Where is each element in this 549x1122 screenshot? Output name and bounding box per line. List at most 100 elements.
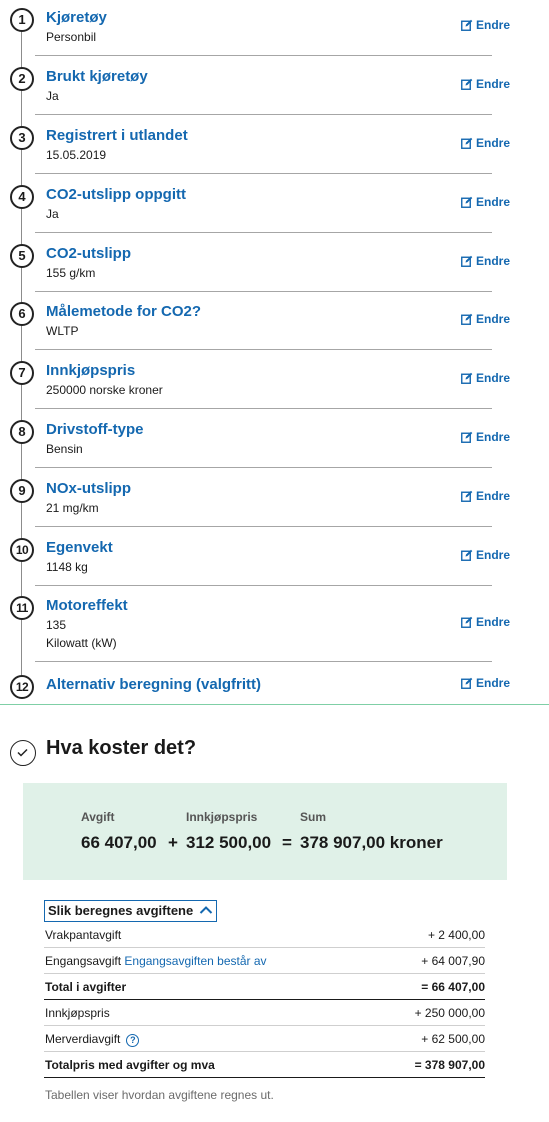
step-value: Ja (46, 207, 59, 221)
edit-pencil-icon (461, 137, 473, 149)
calculation-toggle-button[interactable]: Slik beregnes avgiftene (44, 900, 218, 922)
edit-label: Endre (476, 77, 511, 91)
edit-label: Endre (476, 195, 511, 209)
table-row: Vrakpantavgift + 2 400,00 (44, 922, 485, 948)
fee-label: Avgift (81, 810, 115, 824)
price-label: Innkjøpspris (186, 810, 258, 824)
step-value: 155 g/km (46, 266, 96, 280)
step-title[interactable]: Egenvekt (46, 539, 113, 556)
step-value: 15.05.2019 (46, 148, 107, 162)
equals-sign: = (282, 833, 292, 852)
edit-step-7-button[interactable]: Endre (461, 371, 510, 385)
step-value: Kilowatt (kW) (46, 636, 117, 650)
price-summary-box: Avgift Innkjøpspris Sum 66 407,00 + 312 … (23, 783, 507, 880)
row-value: + 62 500,00 (421, 1032, 485, 1046)
sum-value: 378 907,00 kroner (300, 833, 443, 852)
edit-step-4-button[interactable]: Endre (461, 195, 510, 209)
step-title[interactable]: Innkjøpspris (46, 362, 135, 379)
step-title[interactable]: Brukt kjøretøy (46, 68, 148, 85)
step-title[interactable]: CO2-utslipp oppgitt (46, 186, 186, 203)
edit-label: Endre (476, 312, 511, 326)
step-divider (35, 526, 492, 527)
step-number-6: 6 (10, 302, 34, 326)
row-label: Innkjøpspris (45, 1006, 110, 1020)
step-title[interactable]: Registrert i utlandet (46, 127, 188, 144)
edit-step-2-button[interactable]: Endre (461, 77, 510, 91)
engangsavgift-details-link[interactable]: Engangsavgiften består av (124, 954, 266, 968)
row-value: = 66 407,00 (421, 980, 485, 994)
step-divider (35, 408, 492, 409)
step-title[interactable]: Alternativ beregning (valgfritt) (46, 676, 261, 693)
edit-step-9-button[interactable]: Endre (461, 489, 510, 503)
step-number-5: 5 (10, 244, 34, 268)
edit-pencil-icon (461, 616, 473, 628)
edit-label: Endre (476, 615, 511, 629)
table-row: Total i avgifter = 66 407,00 (44, 974, 485, 1000)
edit-step-12-button[interactable]: Endre (461, 676, 510, 690)
row-value: + 2 400,00 (427, 928, 485, 942)
step-divider (35, 55, 492, 56)
step-connector-line (21, 20, 22, 684)
step-divider (35, 291, 492, 292)
edit-label: Endre (476, 18, 511, 32)
check-circle-icon (10, 740, 36, 766)
step-number-11: 11 (10, 596, 34, 620)
step-title[interactable]: Målemetode for CO2? (46, 303, 201, 320)
edit-step-6-button[interactable]: Endre (461, 312, 510, 326)
edit-label: Endre (476, 676, 511, 690)
edit-step-10-button[interactable]: Endre (461, 548, 510, 562)
table-row: Innkjøpspris + 250 000,00 (44, 1000, 485, 1026)
chevron-up-icon (199, 901, 213, 921)
edit-step-3-button[interactable]: Endre (461, 136, 510, 150)
calculation-toggle-label: Slik beregnes avgiftene (48, 903, 194, 918)
edit-label: Endre (476, 489, 511, 503)
step-value: Personbil (46, 30, 97, 44)
step-number-10: 10 (10, 538, 34, 562)
fee-value: 66 407,00 (81, 833, 157, 852)
row-value: = 378 907,00 (414, 1058, 485, 1072)
edit-label: Endre (476, 371, 511, 385)
row-value: + 250 000,00 (414, 1006, 485, 1020)
edit-step-8-button[interactable]: Endre (461, 430, 510, 444)
edit-step-5-button[interactable]: Endre (461, 254, 510, 268)
step-title[interactable]: NOx-utslipp (46, 480, 131, 497)
help-circle-icon[interactable]: ? (126, 1034, 140, 1047)
step-value: 1148 kg (46, 560, 88, 574)
table-row: Totalpris med avgifter og mva = 378 907,0… (44, 1052, 485, 1078)
step-number-8: 8 (10, 420, 34, 444)
row-label: Engangsavgift (45, 954, 122, 968)
step-title[interactable]: Drivstoff-type (46, 421, 144, 438)
step-divider (35, 349, 492, 350)
step-number-9: 9 (10, 479, 34, 503)
edit-pencil-icon (461, 313, 473, 325)
step-divider (35, 467, 492, 468)
step-divider (35, 585, 492, 586)
edit-pencil-icon (461, 255, 473, 267)
step-number-4: 4 (10, 185, 34, 209)
edit-label: Endre (476, 136, 511, 150)
step-value: Bensin (46, 442, 83, 456)
step-title[interactable]: Motoreffekt (46, 597, 128, 614)
table-row: Engangsavgift Engangsavgiften består av +… (44, 948, 485, 974)
row-label: Totalpris med avgifter og mva (45, 1058, 215, 1072)
result-heading: Hva koster det? (46, 737, 197, 759)
step-divider (35, 114, 492, 115)
edit-label: Endre (476, 548, 511, 562)
edit-step-1-button[interactable]: Endre (461, 18, 510, 32)
step-title[interactable]: Kjøretøy (46, 9, 107, 26)
edit-pencil-icon (461, 372, 473, 384)
row-label: Total i avgifter (45, 980, 127, 994)
edit-pencil-icon (461, 549, 473, 561)
step-divider (35, 232, 492, 233)
table-row: Merverdiavgift? + 62 500,00 (44, 1026, 485, 1052)
edit-label: Endre (476, 430, 511, 444)
step-title[interactable]: CO2-utslipp (46, 245, 131, 262)
edit-step-11-button[interactable]: Endre (461, 615, 510, 629)
edit-pencil-icon (461, 677, 473, 689)
edit-pencil-icon (461, 490, 473, 502)
step-value: 135 (46, 618, 67, 632)
step-number-2: 2 (10, 67, 34, 91)
edit-pencil-icon (461, 431, 473, 443)
edit-pencil-icon (461, 196, 473, 208)
row-label: Vrakpantavgift (45, 928, 122, 942)
